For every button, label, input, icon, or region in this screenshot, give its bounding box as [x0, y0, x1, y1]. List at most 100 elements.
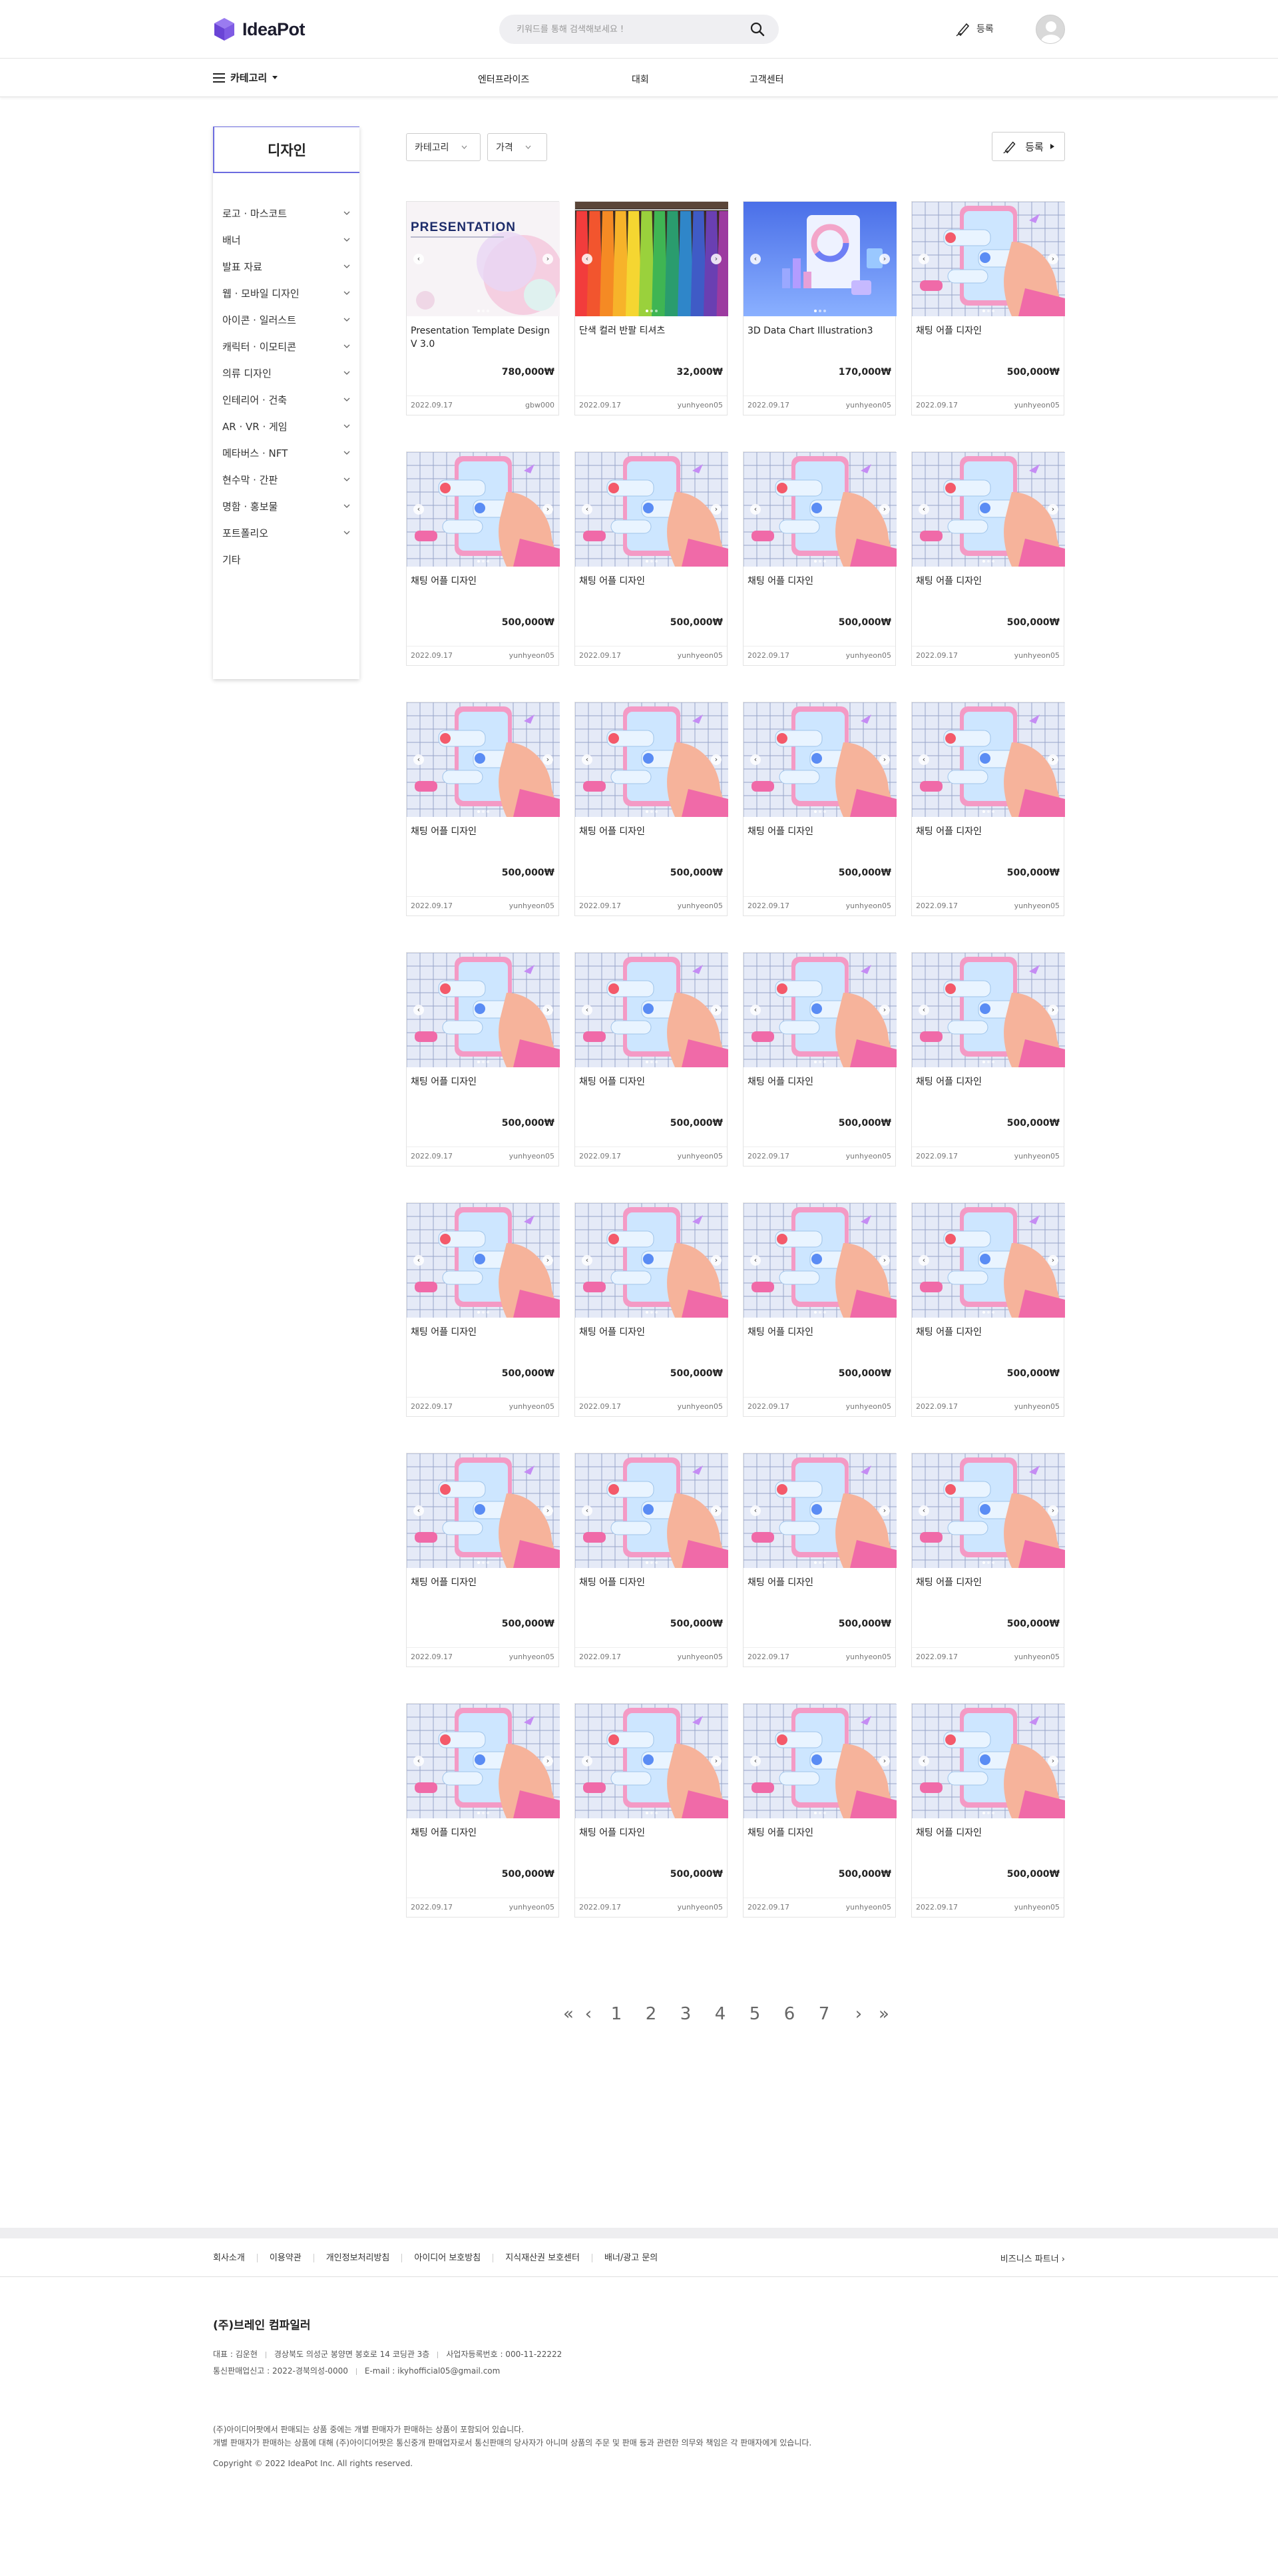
price-filter-dropdown[interactable]: 가격 [487, 133, 547, 161]
chevron-right-icon[interactable]: › [542, 1756, 553, 1766]
sidebar-item[interactable]: 현수막 · 간판 [213, 466, 359, 493]
product-card[interactable]: ‹ › 채팅 어플 디자인 500,000₩ 2022.09.17 yunhyeon05 [406, 1202, 560, 1417]
product-title[interactable]: 채팅 어플 디자인 [912, 316, 1064, 360]
product-seller[interactable]: yunhyeon05 [1014, 902, 1060, 910]
sidebar-item[interactable]: 발표 자료 [213, 253, 359, 280]
product-thumbnail[interactable]: ‹ › [575, 452, 728, 567]
chevron-left-icon[interactable]: ‹ [413, 754, 424, 765]
product-title[interactable]: 채팅 어플 디자인 [912, 1067, 1064, 1111]
chevron-left-icon[interactable]: ‹ [582, 504, 592, 515]
product-card[interactable]: ‹ › 채팅 어플 디자인 500,000₩ 2022.09.17 yunhyeon05 [911, 1202, 1065, 1417]
sidebar-item[interactable]: 메타버스 · NFT [213, 439, 359, 466]
product-thumbnail[interactable]: ‹ › [912, 702, 1065, 817]
product-title[interactable]: 채팅 어플 디자인 [575, 817, 727, 861]
footer-link[interactable]: 회사소개 [213, 2254, 257, 2262]
chevron-down-icon[interactable] [343, 291, 350, 296]
page-number-button[interactable]: 7 [807, 2004, 841, 2024]
product-seller[interactable]: yunhyeon05 [509, 651, 554, 660]
product-card[interactable]: ‹ › 채팅 어플 디자인 500,000₩ 2022.09.17 yunhyeon05 [574, 1453, 728, 1667]
product-title[interactable]: 채팅 어플 디자인 [407, 1818, 558, 1862]
chevron-left-icon[interactable]: ‹ [919, 504, 929, 515]
product-card[interactable]: ‹ › 채팅 어플 디자인 500,000₩ 2022.09.17 yunhyeon05 [743, 1453, 897, 1667]
product-seller[interactable]: yunhyeon05 [846, 1903, 891, 1912]
chevron-right-icon[interactable]: › [1048, 1255, 1058, 1266]
product-title[interactable]: 채팅 어플 디자인 [575, 1818, 727, 1862]
product-thumbnail[interactable]: ‹ › [407, 1203, 560, 1318]
category-menu-button[interactable]: 카테고리 [213, 71, 278, 85]
product-title[interactable]: 채팅 어플 디자인 [912, 1818, 1064, 1862]
product-seller[interactable]: yunhyeon05 [509, 1402, 554, 1411]
chevron-left-icon[interactable]: ‹ [582, 1255, 592, 1266]
chevron-right-icon[interactable]: › [711, 504, 722, 515]
product-title[interactable]: 채팅 어플 디자인 [407, 1067, 558, 1111]
product-title[interactable]: 채팅 어플 디자인 [407, 817, 558, 861]
product-title[interactable]: 채팅 어플 디자인 [744, 567, 895, 611]
product-seller[interactable]: yunhyeon05 [846, 401, 891, 409]
chevron-left-icon[interactable]: ‹ [919, 1505, 929, 1516]
chevron-left-icon[interactable]: ‹ [582, 254, 592, 264]
chevron-left-icon[interactable]: ‹ [750, 504, 761, 515]
product-seller[interactable]: yunhyeon05 [678, 1653, 723, 1661]
page-number-button[interactable]: 4 [703, 2004, 738, 2024]
chevron-left-icon[interactable]: ‹ [413, 504, 424, 515]
sidebar-item[interactable]: 캐릭터 · 이모티콘 [213, 333, 359, 360]
footer-link[interactable]: 개인정보처리방침 [313, 2253, 402, 2262]
product-card[interactable]: ‹ › 3D Data Chart Illustration3 170,000₩ 202… [743, 201, 897, 415]
chevron-down-icon[interactable] [343, 504, 350, 509]
product-title[interactable]: 채팅 어플 디자인 [912, 1568, 1064, 1612]
chevron-right-icon[interactable]: › [879, 504, 890, 515]
product-title[interactable]: 채팅 어플 디자인 [575, 1318, 727, 1362]
chevron-left-icon[interactable]: ‹ [750, 1505, 761, 1516]
product-seller[interactable]: yunhyeon05 [1014, 651, 1060, 660]
product-card[interactable]: ‹ › 채팅 어플 디자인 500,000₩ 2022.09.17 yunhyeon05 [743, 1703, 897, 1918]
chevron-right-icon[interactable]: › [542, 1505, 553, 1516]
product-seller[interactable]: gbw000 [525, 401, 554, 409]
prev-page-button[interactable]: ‹ [578, 2004, 599, 2024]
sidebar-item[interactable]: 로고 · 마스코트 [213, 200, 359, 226]
user-avatar[interactable] [1036, 15, 1065, 44]
product-thumbnail[interactable]: ‹ › [575, 1704, 728, 1818]
product-thumbnail[interactable]: ‹ › [744, 1453, 897, 1568]
chevron-right-icon[interactable]: › [542, 1005, 553, 1015]
product-seller[interactable]: yunhyeon05 [1014, 1903, 1060, 1912]
product-thumbnail[interactable]: ‹ › [744, 1704, 897, 1818]
sidebar-item[interactable]: 명함 · 홍보물 [213, 493, 359, 519]
chevron-left-icon[interactable]: ‹ [919, 754, 929, 765]
product-title[interactable]: 채팅 어플 디자인 [407, 1318, 558, 1362]
product-card[interactable]: ‹ › 채팅 어플 디자인 500,000₩ 2022.09.17 yunhyeon05 [743, 702, 897, 916]
product-seller[interactable]: yunhyeon05 [846, 902, 891, 910]
product-card[interactable]: ‹ › 채팅 어플 디자인 500,000₩ 2022.09.17 yunhyeon05 [743, 1202, 897, 1417]
product-thumbnail[interactable]: ‹ › [744, 1203, 897, 1318]
sidebar-item[interactable]: 웹 · 모바일 디자인 [213, 280, 359, 306]
chevron-down-icon[interactable] [343, 318, 350, 322]
chevron-left-icon[interactable]: ‹ [582, 754, 592, 765]
chevron-left-icon[interactable]: ‹ [750, 1255, 761, 1266]
product-seller[interactable]: yunhyeon05 [678, 1152, 723, 1160]
chevron-right-icon[interactable]: › [1048, 754, 1058, 765]
product-seller[interactable]: yunhyeon05 [1014, 1152, 1060, 1160]
product-title[interactable]: Presentation Template Design V 3.0 [407, 316, 558, 360]
product-title[interactable]: 채팅 어플 디자인 [575, 567, 727, 611]
product-thumbnail[interactable]: ‹ › [912, 452, 1065, 567]
chevron-left-icon[interactable]: ‹ [750, 1756, 761, 1766]
product-seller[interactable]: yunhyeon05 [678, 1903, 723, 1912]
search-bar[interactable] [499, 15, 779, 44]
chevron-right-icon[interactable]: › [879, 1756, 890, 1766]
product-title[interactable]: 채팅 어플 디자인 [575, 1568, 727, 1612]
product-seller[interactable]: yunhyeon05 [846, 1152, 891, 1160]
product-card[interactable]: ‹ › 채팅 어플 디자인 500,000₩ 2022.09.17 yunhyeon05 [911, 1453, 1065, 1667]
product-thumbnail[interactable]: ‹ › [407, 1453, 560, 1568]
product-thumbnail[interactable]: PRESENTATION ‹ › [407, 202, 560, 316]
product-thumbnail[interactable]: ‹ › [744, 452, 897, 567]
logo[interactable]: IdeaPot [213, 17, 306, 41]
chevron-down-icon[interactable] [343, 477, 350, 482]
product-title[interactable]: 채팅 어플 디자인 [912, 567, 1064, 611]
sidebar-item[interactable]: AR · VR · 게임 [213, 413, 359, 439]
chevron-right-icon[interactable]: › [879, 754, 890, 765]
chevron-right-icon[interactable]: › [711, 1005, 722, 1015]
product-seller[interactable]: yunhyeon05 [678, 902, 723, 910]
sidebar-item[interactable]: 의류 디자인 [213, 360, 359, 386]
product-thumbnail[interactable]: ‹ › [575, 1203, 728, 1318]
product-card[interactable]: ‹ › 채팅 어플 디자인 500,000₩ 2022.09.17 yunhyeon05 [574, 1703, 728, 1918]
product-title[interactable]: 채팅 어플 디자인 [744, 1818, 895, 1862]
